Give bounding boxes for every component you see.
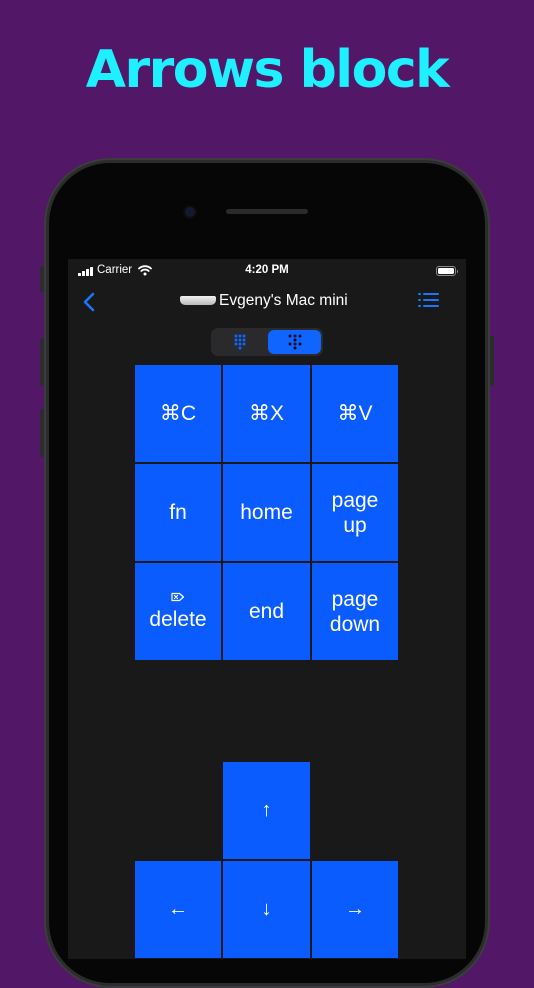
forward-delete-icon [171,592,185,602]
key-copy[interactable]: ⌘C [135,365,221,462]
key-cut[interactable]: ⌘X [223,365,310,462]
status-bar: Carrier 4:20 PM [68,259,466,283]
key-home[interactable]: home [223,464,310,561]
volume-up-button [40,338,44,386]
key-arrow-left[interactable]: ← [135,861,221,958]
key-arrow-down[interactable]: ↓ [223,861,310,958]
power-button [490,336,494,386]
nav-title: Evgeny's Mac mini [168,292,368,312]
mute-switch [40,266,44,292]
mac-mini-icon [180,296,216,305]
status-time: 4:20 PM [245,264,289,276]
key-page-down[interactable]: page down [312,563,398,660]
key-fn[interactable]: fn [135,464,221,561]
key-delete-label: delete [149,608,207,631]
earpiece-speaker [226,209,308,214]
layout-segmented-control [211,328,323,356]
key-delete[interactable]: delete [135,563,221,660]
battery-icon [436,266,458,276]
segment-keypad[interactable] [213,330,266,354]
key-arrow-right[interactable]: → [312,861,398,958]
back-chevron-icon[interactable] [78,289,102,315]
arrows-keypad-icon [287,334,302,350]
list-menu-icon[interactable] [418,292,442,312]
app-screen: Carrier 4:20 PM Evgeny's Mac mini ⌘C ⌘X … [68,259,466,959]
key-arrow-up[interactable]: ↑ [223,762,310,859]
headline: Arrows block [85,40,450,100]
keypad-grid-icon [232,334,247,350]
key-paste[interactable]: ⌘V [312,365,398,462]
device-name: Evgeny's Mac mini [219,292,348,309]
key-page-up[interactable]: page up [312,464,398,561]
key-end[interactable]: end [223,563,310,660]
front-camera [185,207,195,217]
volume-down-button [40,409,44,457]
segment-arrows[interactable] [268,330,321,354]
